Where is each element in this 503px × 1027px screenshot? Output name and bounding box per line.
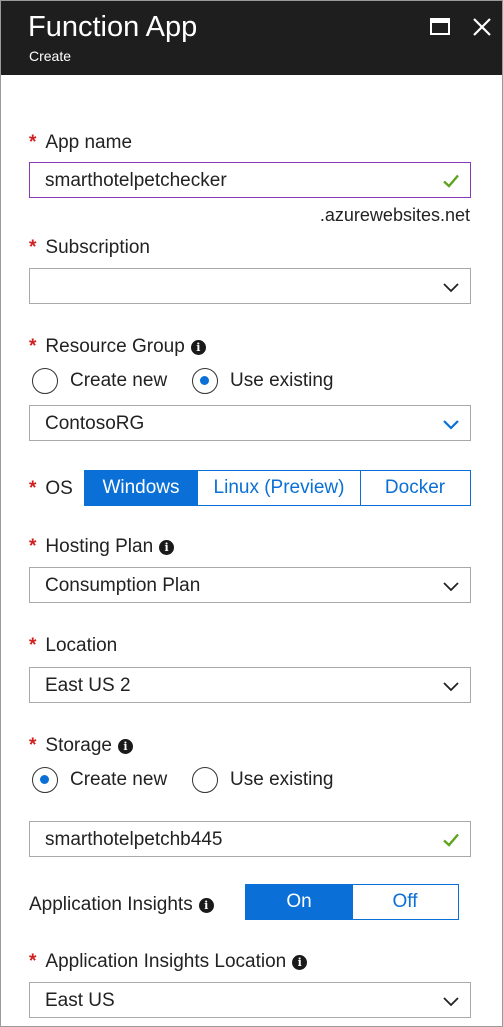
radio-unselected-icon bbox=[32, 368, 58, 394]
app-insights-off[interactable]: Off bbox=[353, 885, 457, 919]
required-marker: * bbox=[29, 132, 37, 153]
resource-group-label: * Resource Group i bbox=[29, 335, 206, 359]
info-icon[interactable]: i bbox=[159, 540, 175, 555]
info-icon[interactable]: i bbox=[190, 340, 206, 355]
required-marker: * bbox=[29, 237, 37, 258]
storage-input[interactable]: smarthotelpetchb445 bbox=[29, 821, 471, 857]
maximize-icon[interactable] bbox=[428, 15, 452, 39]
app-insights-location-label-text: Application Insights Location bbox=[45, 951, 287, 972]
os-option-linux[interactable]: Linux (Preview) bbox=[198, 471, 361, 505]
app-insights-label: Application Insights i bbox=[29, 893, 214, 917]
info-icon[interactable]: i bbox=[292, 955, 308, 970]
chevron-down-icon bbox=[443, 283, 459, 293]
subscription-label-text: Subscription bbox=[45, 237, 150, 258]
checkmark-icon bbox=[443, 174, 459, 188]
radio-label: Create new bbox=[70, 769, 168, 790]
app-insights-location-value: East US bbox=[45, 990, 115, 1011]
os-label: * OS bbox=[29, 477, 73, 501]
app-name-suffix: .azurewebsites.net bbox=[319, 205, 470, 225]
blade-subtitle: Create bbox=[29, 48, 72, 64]
hosting-plan-label-text: Hosting Plan bbox=[45, 536, 154, 557]
resource-group-dropdown[interactable]: ContosoRG bbox=[29, 405, 471, 441]
hosting-plan-label: * Hosting Plan i bbox=[29, 535, 175, 559]
hosting-plan-dropdown[interactable]: Consumption Plan bbox=[29, 567, 471, 603]
app-name-input[interactable]: smarthotelpetchecker bbox=[29, 162, 471, 198]
required-marker: * bbox=[29, 478, 37, 499]
close-icon[interactable] bbox=[470, 15, 494, 39]
location-value: East US 2 bbox=[45, 675, 131, 696]
location-label: * Location bbox=[29, 634, 117, 658]
required-marker: * bbox=[29, 536, 37, 557]
storage-label: * Storage i bbox=[29, 734, 133, 758]
radio-selected-icon bbox=[32, 767, 58, 793]
location-label-text: Location bbox=[45, 635, 118, 656]
required-marker: * bbox=[29, 635, 37, 656]
os-option-docker[interactable]: Docker bbox=[361, 471, 469, 505]
storage-label-text: Storage bbox=[45, 735, 112, 756]
info-icon[interactable]: i bbox=[117, 739, 133, 754]
radio-selected-icon bbox=[192, 368, 218, 394]
required-marker: * bbox=[29, 735, 37, 756]
app-insights-on[interactable]: On bbox=[246, 885, 353, 919]
blade-title: Function App bbox=[28, 11, 198, 43]
app-name-label: * App name bbox=[29, 131, 132, 155]
storage-value: smarthotelpetchb445 bbox=[45, 829, 223, 850]
chevron-down-icon bbox=[443, 582, 459, 592]
radio-label: Use existing bbox=[230, 769, 334, 790]
radio-unselected-icon bbox=[192, 767, 218, 793]
function-app-blade: Function App Create * App name smarthotel… bbox=[0, 0, 503, 1027]
radio-label: Use existing bbox=[230, 370, 334, 391]
radio-label: Create new bbox=[70, 370, 168, 391]
chevron-down-icon bbox=[443, 682, 459, 692]
subscription-dropdown[interactable] bbox=[29, 268, 471, 304]
resource-group-label-text: Resource Group bbox=[45, 336, 185, 357]
subscription-label: * Subscription bbox=[29, 236, 150, 260]
required-marker: * bbox=[29, 336, 37, 357]
chevron-down-icon bbox=[443, 420, 459, 430]
app-name-value: smarthotelpetchecker bbox=[45, 170, 227, 191]
required-marker: * bbox=[29, 951, 37, 972]
app-insights-label-text: Application Insights bbox=[29, 894, 193, 915]
hosting-plan-value: Consumption Plan bbox=[45, 575, 201, 596]
app-insights-location-label: * Application Insights Location i bbox=[29, 950, 308, 974]
chevron-down-icon bbox=[443, 997, 459, 1007]
blade-header: Function App Create bbox=[1, 1, 502, 75]
app-insights-location-dropdown[interactable]: East US bbox=[29, 982, 471, 1018]
resource-group-value: ContosoRG bbox=[45, 413, 145, 434]
os-option-windows[interactable]: Windows bbox=[85, 471, 198, 505]
os-label-text: OS bbox=[45, 478, 73, 499]
info-icon[interactable]: i bbox=[198, 898, 214, 913]
app-name-label-text: App name bbox=[45, 132, 133, 153]
app-insights-toggle: On Off bbox=[245, 884, 459, 920]
location-dropdown[interactable]: East US 2 bbox=[29, 667, 471, 703]
os-toggle: Windows Linux (Preview) Docker bbox=[84, 470, 471, 506]
checkmark-icon bbox=[443, 833, 459, 847]
